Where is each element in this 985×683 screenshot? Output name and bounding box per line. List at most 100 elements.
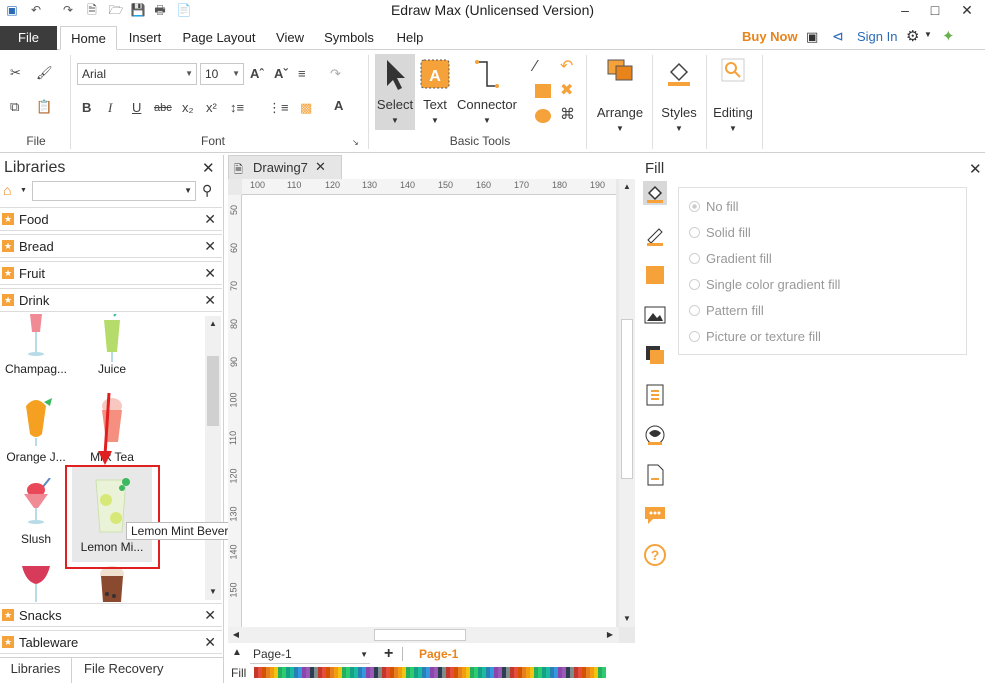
close-icon[interactable]: ✕: [204, 292, 216, 309]
library-category[interactable]: ★ Food ✕: [0, 207, 222, 231]
line-spacing-icon[interactable]: ↕≡: [230, 100, 244, 116]
styles-button[interactable]: Styles ▼: [656, 54, 702, 133]
shape-item[interactable]: Orange J...: [0, 394, 72, 474]
fill-option-no-fill[interactable]: No fill: [689, 199, 739, 214]
tab-insert[interactable]: Insert: [122, 26, 168, 50]
close-icon[interactable]: ✕: [204, 211, 216, 228]
scroll-thumb[interactable]: [621, 319, 633, 479]
arrange-button[interactable]: Arrange ▼: [594, 54, 646, 133]
canvas-horizontal-scrollbar[interactable]: ◀ ▶: [228, 627, 619, 643]
scroll-thumb[interactable]: [374, 629, 466, 641]
tab-view[interactable]: View: [270, 26, 310, 50]
scroll-thumb[interactable]: [207, 356, 219, 426]
close-icon[interactable]: ✕: [204, 238, 216, 255]
decrease-font-icon[interactable]: Aˇ: [274, 66, 288, 82]
scroll-down-icon[interactable]: ▼: [205, 584, 221, 600]
close-icon[interactable]: ✕: [204, 634, 216, 651]
sign-in-link[interactable]: Sign In: [857, 29, 897, 44]
gear-icon[interactable]: ⚙: [906, 27, 919, 45]
fill-option-pattern[interactable]: Pattern fill: [689, 303, 764, 318]
color-swatch[interactable]: [602, 667, 606, 678]
scroll-up-icon[interactable]: ▲: [619, 179, 635, 195]
fill-option-picture[interactable]: Picture or texture fill: [689, 329, 821, 344]
close-icon[interactable]: ✕: [204, 607, 216, 624]
superscript-icon[interactable]: x²: [206, 100, 217, 116]
bullets-icon[interactable]: ⋮≡: [268, 100, 289, 116]
scroll-right-icon[interactable]: ▶: [602, 627, 618, 643]
rectangle-tool-icon[interactable]: [535, 84, 551, 98]
page-tab-active[interactable]: Page-1: [419, 647, 458, 661]
maximize-button[interactable]: □: [920, 0, 950, 22]
format-painter-icon[interactable]: 🖌: [36, 65, 53, 81]
buy-now-link[interactable]: Buy Now: [742, 29, 798, 44]
font-size-select[interactable]: 10 ▼: [200, 63, 244, 85]
copy-icon[interactable]: ⧉: [10, 99, 19, 115]
tab-libraries[interactable]: Libraries: [0, 658, 72, 683]
collapse-icon[interactable]: ▲: [232, 647, 242, 658]
search-icon[interactable]: ⚲: [202, 182, 212, 199]
add-page-button[interactable]: +: [384, 645, 393, 663]
share-icon[interactable]: ⊲: [832, 28, 844, 45]
color-swatches[interactable]: [254, 667, 606, 678]
chevron-down-icon[interactable]: ▼: [20, 187, 27, 194]
paste-icon[interactable]: 📋: [36, 99, 52, 115]
shape-item[interactable]: Slush: [0, 477, 72, 558]
scroll-left-icon[interactable]: ◀: [228, 627, 244, 643]
close-icon[interactable]: ✕: [969, 160, 982, 178]
tab-symbols[interactable]: Symbols: [318, 26, 380, 50]
close-icon[interactable]: ✕: [202, 159, 215, 177]
align-icon[interactable]: ≡: [298, 66, 306, 82]
arc-tool-icon[interactable]: ↶: [560, 59, 573, 75]
font-name-select[interactable]: Arial ▼: [77, 63, 197, 85]
subscript-icon[interactable]: x₂: [182, 100, 194, 116]
editing-button[interactable]: Editing ▼: [710, 54, 756, 133]
shape-item[interactable]: Juice: [76, 314, 148, 394]
strikethrough-icon[interactable]: abc: [154, 100, 172, 116]
scroll-up-icon[interactable]: ▲: [205, 316, 221, 332]
apps-icon[interactable]: ✦: [942, 27, 955, 45]
font-dialog-launcher-icon[interactable]: ↘: [352, 135, 359, 151]
radio-button[interactable]: [689, 201, 700, 212]
minimize-button[interactable]: –: [890, 0, 920, 22]
line-tool-icon[interactable]: ∕: [534, 59, 537, 75]
crop-tool-icon[interactable]: ⌘: [560, 107, 575, 123]
scroll-down-icon[interactable]: ▼: [619, 611, 635, 627]
tab-file[interactable]: File: [0, 26, 57, 50]
ellipse-tool-icon[interactable]: [535, 109, 551, 123]
home-icon[interactable]: ⌂: [3, 182, 11, 198]
select-tool-button[interactable]: Select ▼: [375, 54, 415, 130]
library-search-input[interactable]: ▼: [32, 181, 196, 201]
tab-page-layout[interactable]: Page Layout: [178, 26, 260, 50]
fill-option-solid[interactable]: Solid fill: [689, 225, 751, 240]
document-tab[interactable]: 🗎 Drawing7 ✕: [228, 155, 342, 179]
font-color-icon[interactable]: A: [334, 98, 343, 114]
library-category[interactable]: ★ Tableware ✕: [0, 630, 222, 654]
drawing-page[interactable]: [242, 195, 616, 627]
connector-tool-button[interactable]: Connector ▼: [455, 54, 519, 130]
shape-item[interactable]: [0, 562, 72, 602]
shape-item[interactable]: Champag...: [0, 314, 72, 394]
radio-button[interactable]: [689, 279, 700, 290]
close-window-button[interactable]: ✕: [952, 0, 982, 22]
chevron-down-icon[interactable]: ▼: [924, 30, 932, 39]
radio-button[interactable]: [689, 227, 700, 238]
tab-file-recovery[interactable]: File Recovery: [84, 658, 163, 683]
close-icon[interactable]: ✕: [315, 159, 326, 175]
library-category[interactable]: ★ Snacks ✕: [0, 603, 222, 627]
fill-option-single-color-gradient[interactable]: Single color gradient fill: [689, 277, 840, 292]
text-tool-button[interactable]: A Text ▼: [418, 54, 452, 130]
library-category[interactable]: ★ Bread ✕: [0, 234, 222, 258]
increase-font-icon[interactable]: Aˆ: [250, 66, 264, 82]
library-category[interactable]: ★ Fruit ✕: [0, 261, 222, 285]
cut-icon[interactable]: ✂: [10, 65, 21, 81]
italic-icon[interactable]: I: [108, 100, 112, 116]
text-highlight-icon[interactable]: ▩: [300, 100, 312, 116]
underline-icon[interactable]: U: [132, 100, 141, 116]
cross-tool-icon[interactable]: ✖: [560, 83, 573, 99]
tab-help[interactable]: Help: [390, 26, 430, 50]
canvas-vertical-scrollbar[interactable]: ▲ ▼: [619, 179, 635, 627]
library-scrollbar[interactable]: ▲ ▼: [205, 316, 221, 600]
close-icon[interactable]: ✕: [204, 265, 216, 282]
radio-button[interactable]: [689, 331, 700, 342]
library-category[interactable]: ★ Drink ✕: [0, 288, 222, 312]
